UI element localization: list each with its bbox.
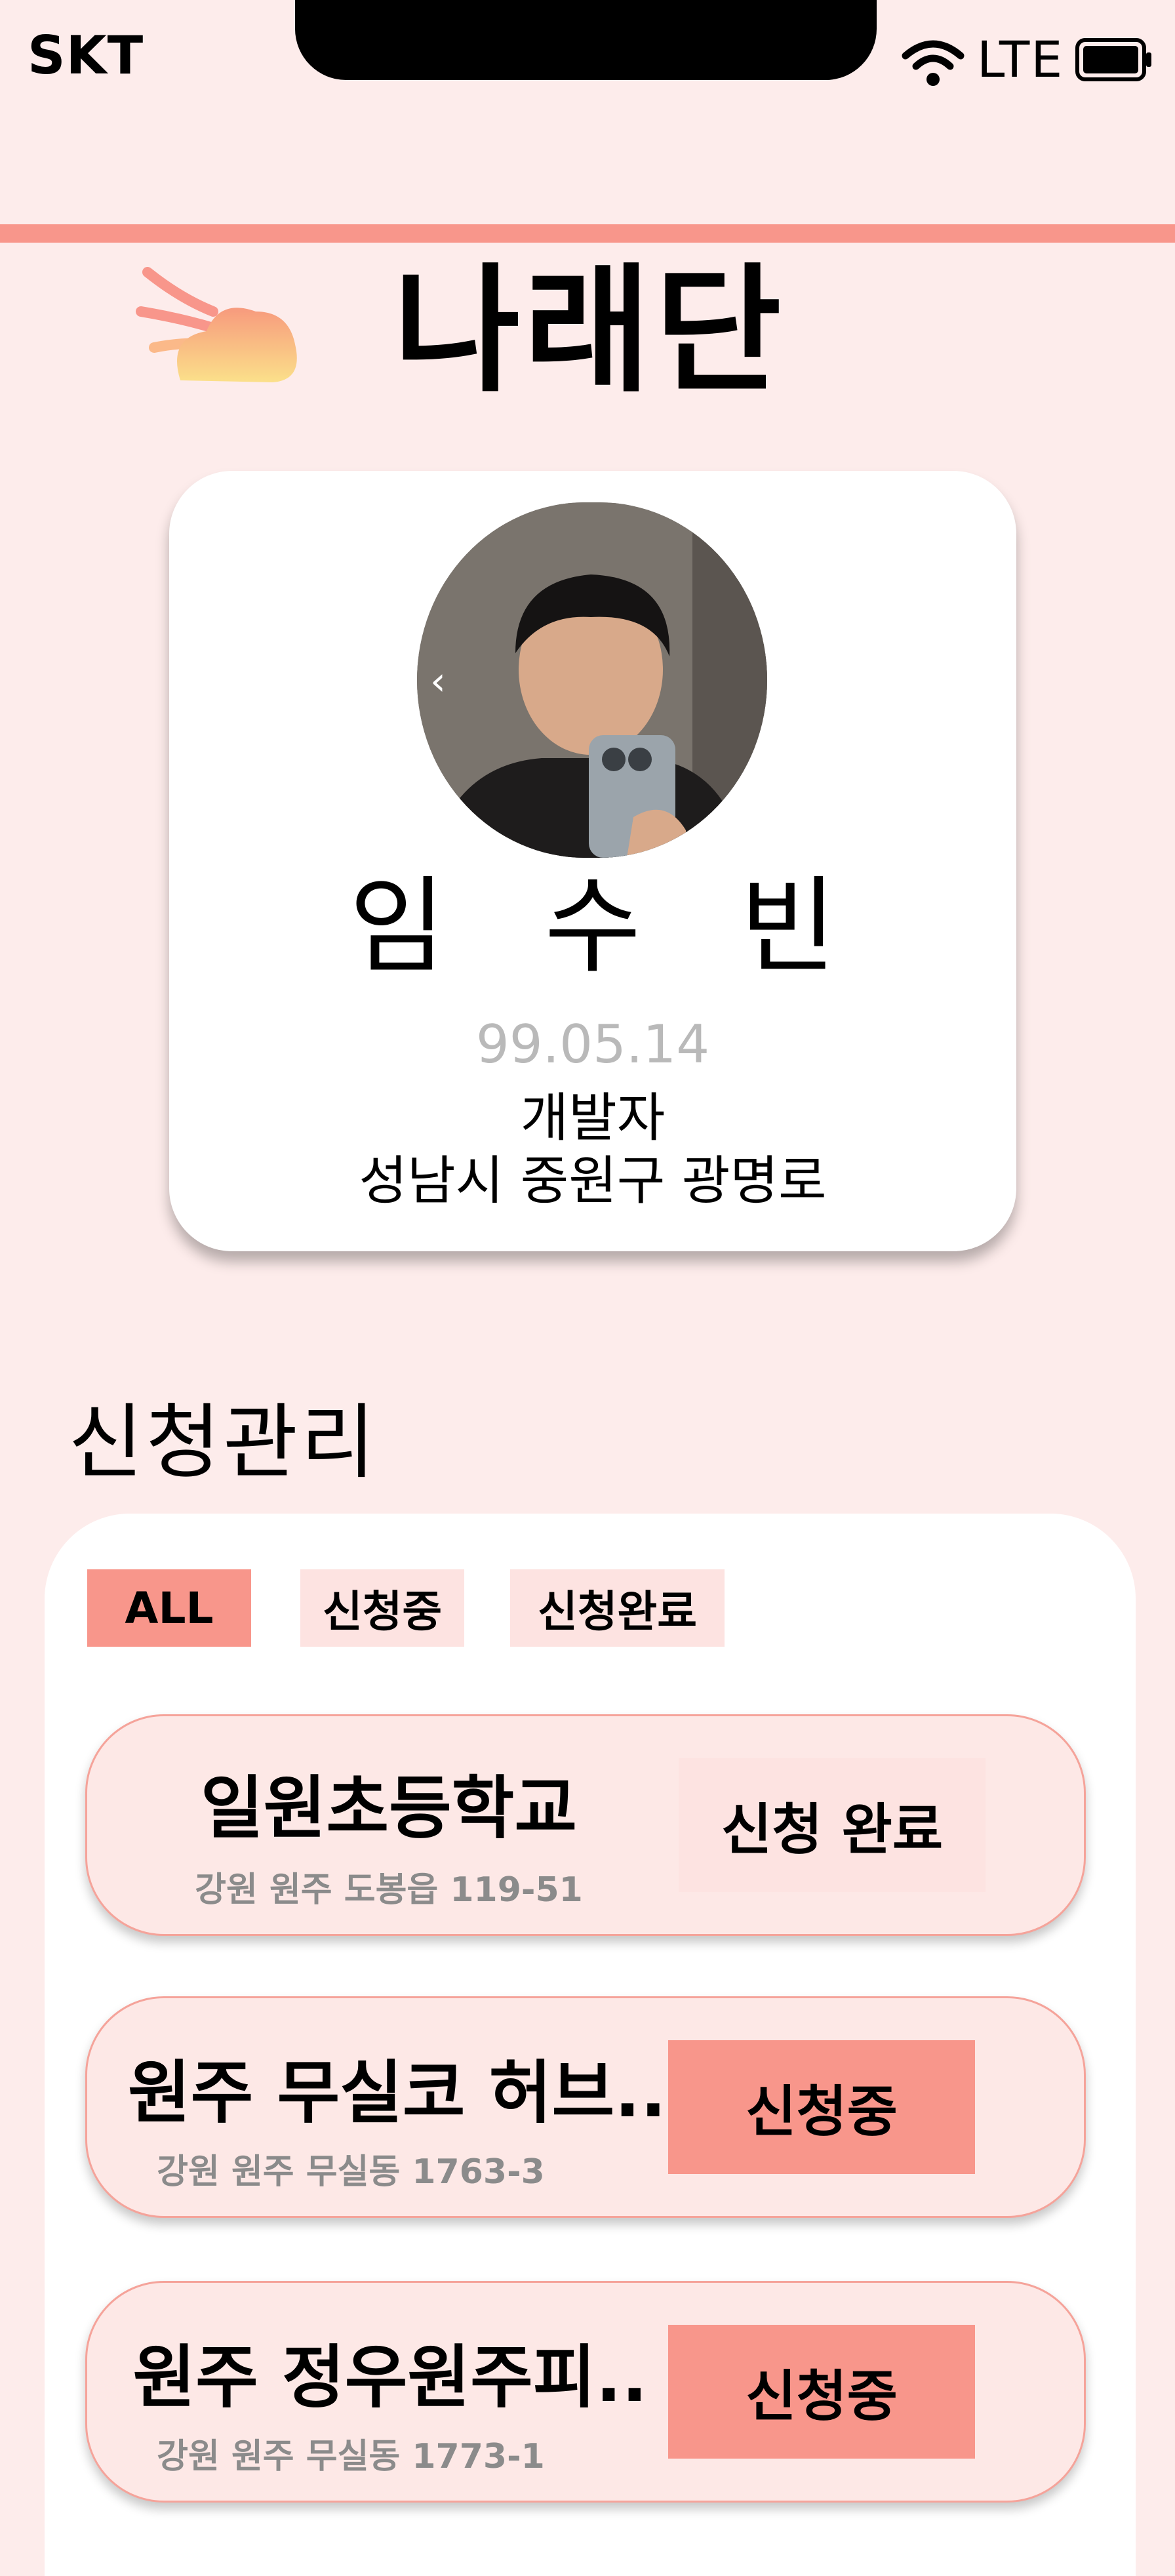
profile-card: ‹ 임 수 빈 99.05.14 개발자 성남시 중원구 광명로 xyxy=(169,471,1016,1251)
profile-birthdate: 99.05.14 xyxy=(475,1014,710,1075)
avatar[interactable]: ‹ xyxy=(417,502,767,858)
logo-icon xyxy=(136,267,297,382)
chevron-left-icon[interactable]: ‹ xyxy=(430,658,446,704)
profile-address: 성남시 중원구 광명로 xyxy=(359,1150,827,1211)
filter-pending-tab[interactable]: 신청중 xyxy=(300,1569,464,1647)
status-button[interactable]: 신청중 xyxy=(668,2325,975,2459)
applications-panel: ALL 신청중 신청완료 일원초등학교 강원 원주 도봉읍 119-51 신청 … xyxy=(45,1514,1136,2576)
application-card[interactable]: 원주 무실코 허브.. 강원 원주 무실동 1763-3 신청중 xyxy=(85,1996,1086,2218)
school-name: 원주 정우원주피.. xyxy=(132,2337,648,2417)
school-address: 강원 원주 무실동 1773-1 xyxy=(157,2437,545,2476)
app-title: 나래단 xyxy=(393,251,786,411)
school-address: 강원 원주 도봉읍 119-51 xyxy=(195,1870,583,1910)
school-name: 원주 무실코 허브.. xyxy=(128,2053,667,2133)
carrier-label: SKT xyxy=(28,25,144,86)
network-label: LTE xyxy=(977,30,1064,89)
header-divider xyxy=(0,224,1175,243)
application-card[interactable]: 일원초등학교 강원 원주 도봉읍 119-51 신청 완료 xyxy=(85,1714,1086,1936)
filter-completed-tab[interactable]: 신청완료 xyxy=(510,1569,725,1647)
battery-icon xyxy=(1075,38,1151,81)
filter-all-tab[interactable]: ALL xyxy=(87,1569,251,1647)
section-title: 신청관리 xyxy=(68,1396,378,1490)
profile-name: 임 수 빈 xyxy=(349,865,869,988)
status-bar: SKT LTE xyxy=(0,0,1175,92)
school-name: 일원초등학교 xyxy=(200,1768,578,1848)
status-button[interactable]: 신청 완료 xyxy=(679,1758,986,1892)
status-button[interactable]: 신청중 xyxy=(668,2040,975,2174)
device-notch xyxy=(295,0,877,80)
avatar-photo xyxy=(417,502,767,858)
application-card[interactable]: 원주 정우원주피.. 강원 원주 무실동 1773-1 신청중 xyxy=(85,2281,1086,2503)
school-address: 강원 원주 무실동 1763-3 xyxy=(157,2152,545,2192)
wifi-icon xyxy=(902,40,965,86)
